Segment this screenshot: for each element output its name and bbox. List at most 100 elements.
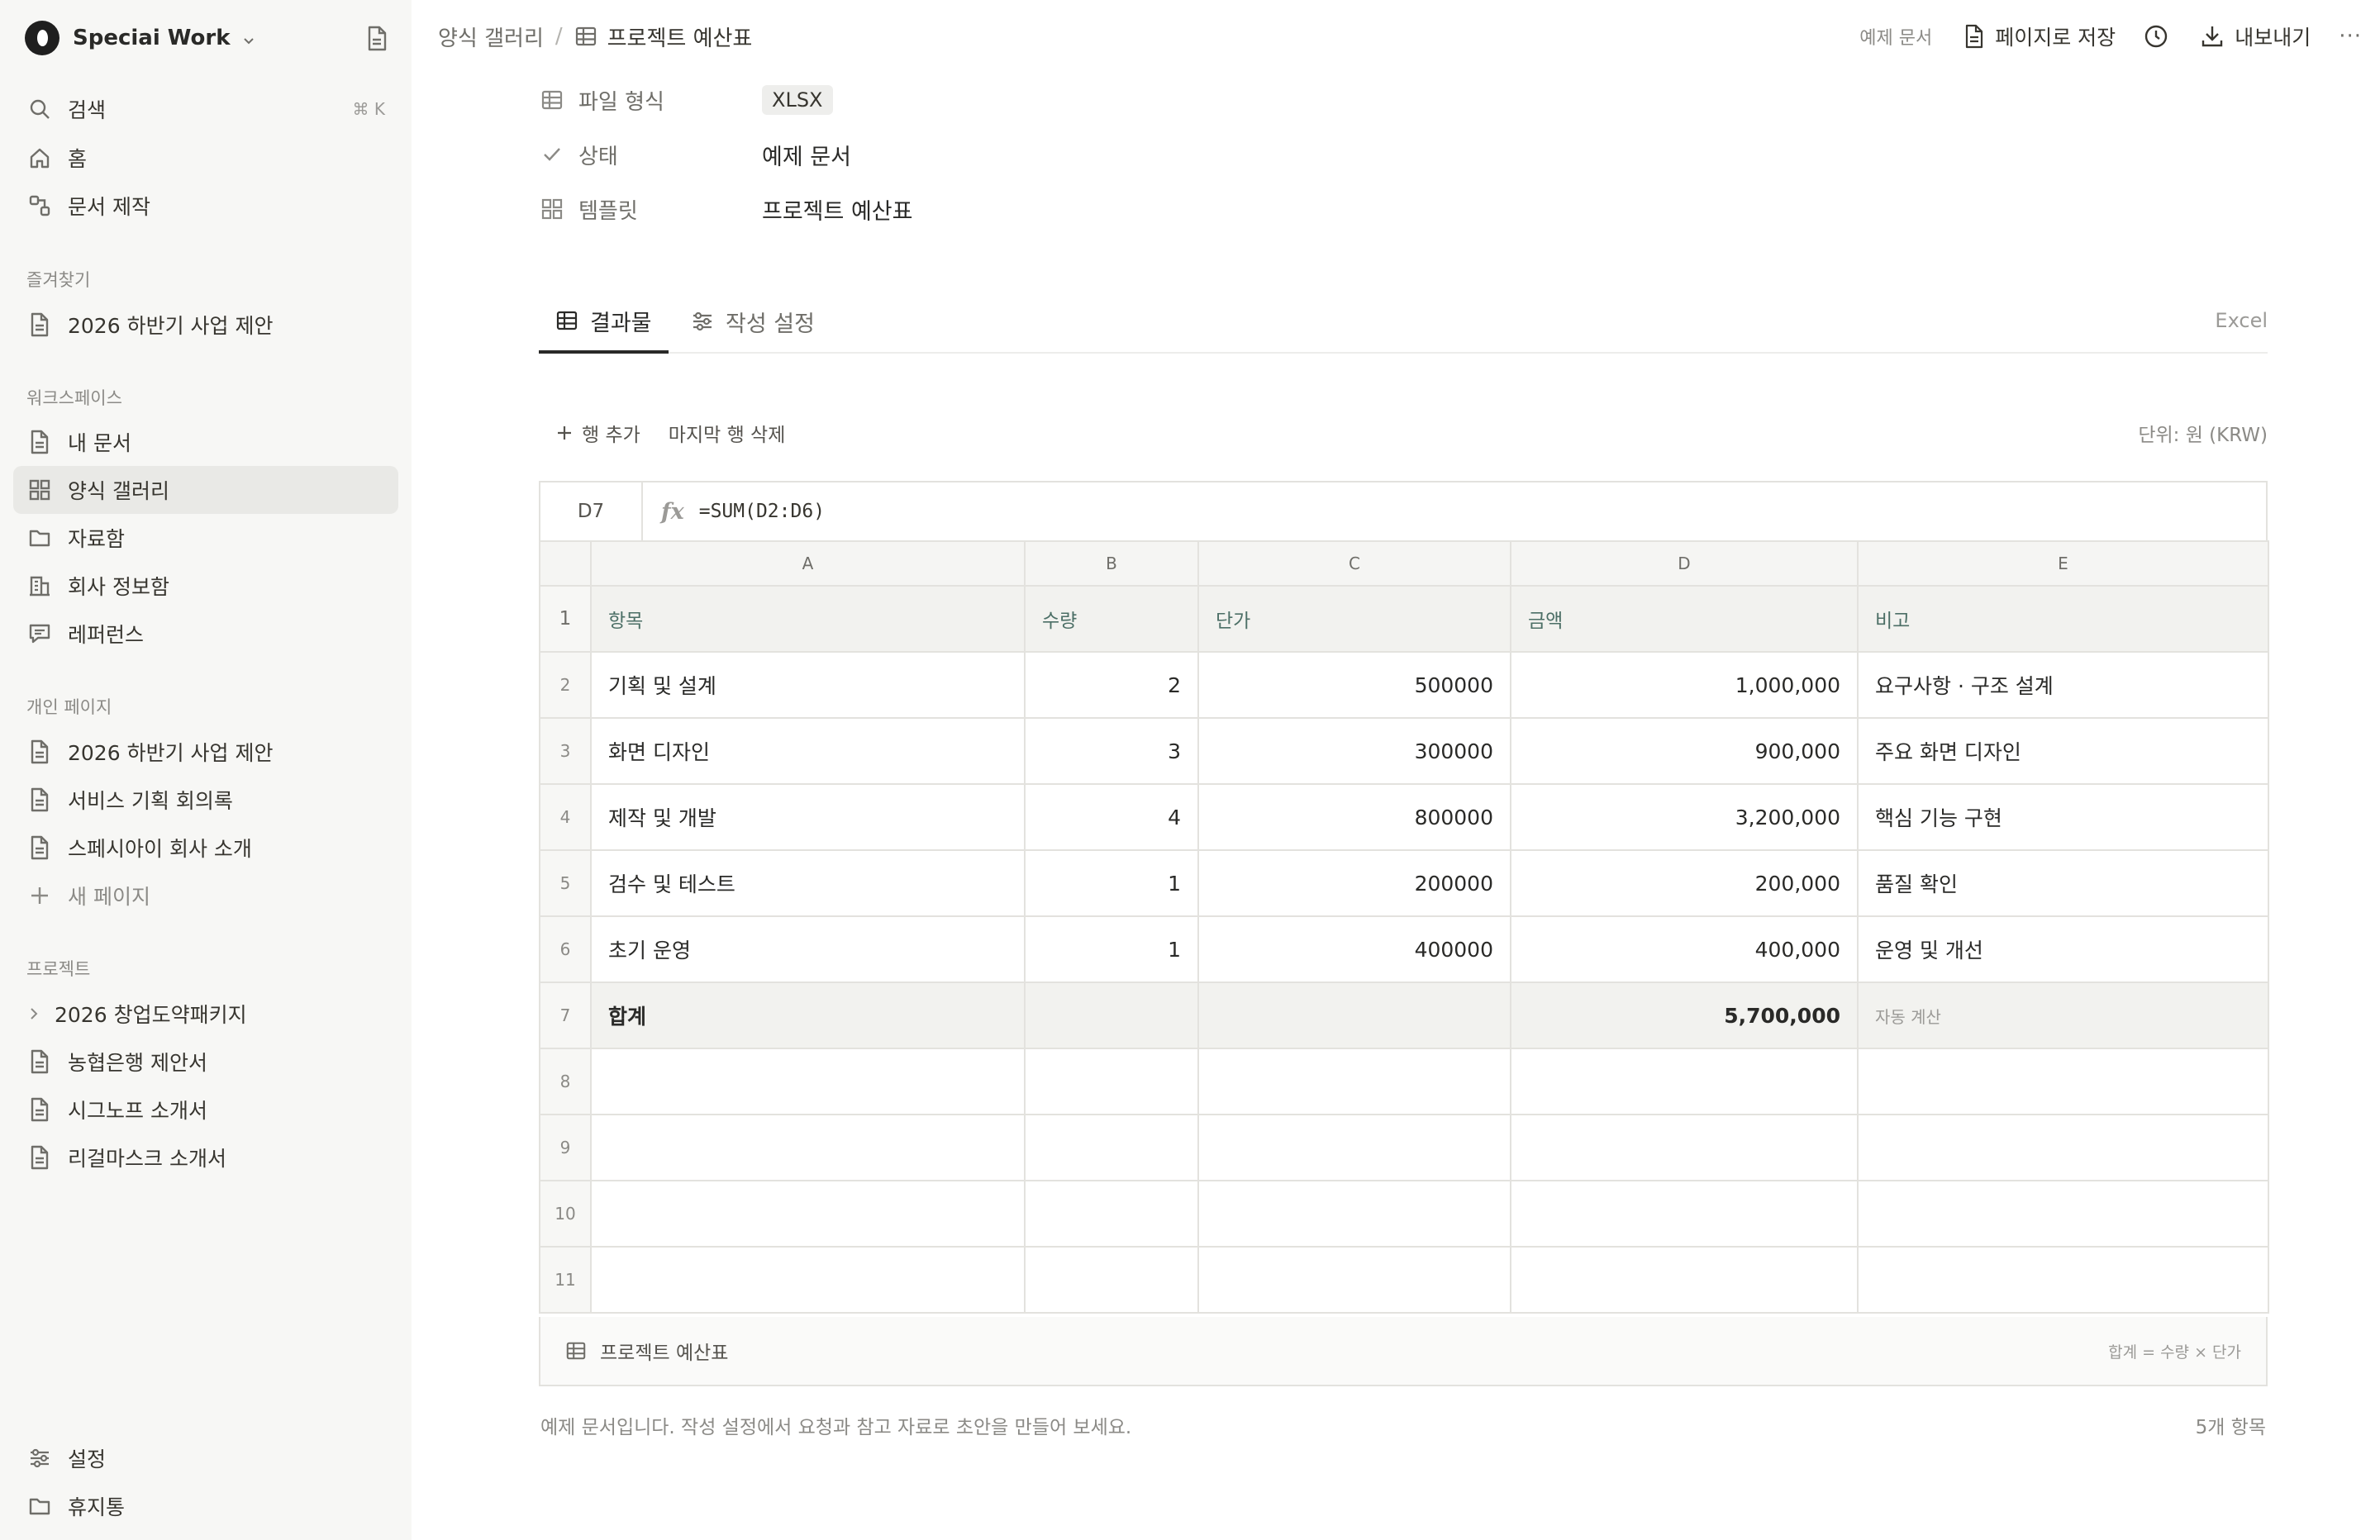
search-button[interactable]: 검색 ⌘ K [13, 85, 398, 133]
quantity-cell[interactable]: 1 [1024, 849, 1199, 917]
save-as-page-button[interactable]: 페이지로 저장 [1963, 21, 2116, 51]
note-cell[interactable]: 요구사항 · 구조 설계 [1857, 651, 2269, 719]
row-number[interactable]: 1 [539, 585, 592, 653]
empty-cell[interactable] [1024, 1114, 1199, 1181]
empty-cell[interactable] [590, 1114, 1026, 1181]
delete-last-row-button[interactable]: 마지막 행 삭제 [669, 419, 786, 447]
item-cell[interactable]: 초기 운영 [590, 915, 1026, 983]
unit-price-cell[interactable]: 200000 [1197, 849, 1511, 917]
formula-input[interactable]: =SUM(D2:D6) [699, 501, 825, 522]
empty-cell[interactable] [1857, 1048, 2269, 1115]
tab-settings[interactable]: 작성 설정 [674, 291, 831, 352]
quantity-cell[interactable]: 2 [1024, 651, 1199, 719]
empty-cell[interactable] [590, 1180, 1026, 1248]
sidebar-item-favorite-proposal[interactable]: 2026 하반기 사업 제안 [13, 301, 398, 349]
amount-cell[interactable]: 1,000,000 [1510, 651, 1859, 719]
new-page-button[interactable] [364, 25, 390, 53]
breadcrumb-parent[interactable]: 양식 갤러리 [438, 21, 544, 52]
sidebar-item-startup-package[interactable]: 2026 창업도약패키지 [13, 990, 398, 1038]
sidebar-item-create-doc[interactable]: 문서 제작 [13, 182, 398, 230]
amount-cell[interactable]: 400,000 [1510, 915, 1859, 983]
item-cell[interactable]: 검수 및 테스트 [590, 849, 1026, 917]
row-number[interactable]: 7 [539, 982, 592, 1049]
row-number[interactable]: 5 [539, 849, 592, 917]
empty-cell[interactable] [1024, 1048, 1199, 1115]
workspace-switcher[interactable]: Speciai Work [25, 20, 255, 56]
sidebar-item-signop-intro[interactable]: 시그노프 소개서 [13, 1086, 398, 1134]
empty-cell[interactable] [1510, 1180, 1859, 1248]
unit-price-cell[interactable]: 300000 [1197, 717, 1511, 785]
sidebar-item-company-intro[interactable]: 스페시아이 회사 소개 [13, 824, 398, 872]
unit-price-cell[interactable]: 800000 [1197, 783, 1511, 851]
column-header[interactable]: E [1857, 540, 2269, 587]
history-button[interactable] [2144, 24, 2168, 49]
sidebar-item-company-info[interactable]: 회사 정보함 [13, 562, 398, 610]
empty-cell[interactable] [1197, 982, 1511, 1049]
sheet-tab[interactable]: 프로젝트 예산표 [565, 1337, 728, 1365]
header-cell[interactable]: 단가 [1197, 585, 1511, 653]
empty-cell[interactable] [590, 1246, 1026, 1314]
empty-cell[interactable] [590, 1048, 1026, 1115]
header-cell[interactable]: 금액 [1510, 585, 1859, 653]
corner-cell[interactable] [539, 540, 592, 587]
amount-cell[interactable]: 3,200,000 [1510, 783, 1859, 851]
chevron-right-icon[interactable] [25, 1001, 43, 1027]
cell-reference[interactable]: D7 [540, 482, 643, 540]
empty-cell[interactable] [1857, 1114, 2269, 1181]
row-number[interactable]: 4 [539, 783, 592, 851]
column-header[interactable]: D [1510, 540, 1859, 587]
empty-cell[interactable] [1197, 1180, 1511, 1248]
row-number[interactable]: 10 [539, 1180, 592, 1248]
empty-cell[interactable] [1510, 1048, 1859, 1115]
sidebar-item-archive[interactable]: 자료함 [13, 514, 398, 562]
more-options-button[interactable]: ··· [2339, 24, 2362, 49]
auto-calc-note-cell[interactable]: 자동 계산 [1857, 982, 2269, 1049]
row-number[interactable]: 3 [539, 717, 592, 785]
column-header[interactable]: B [1024, 540, 1199, 587]
sidebar-item-template-gallery[interactable]: 양식 갤러리 [13, 466, 398, 514]
quantity-cell[interactable]: 1 [1024, 915, 1199, 983]
note-cell[interactable]: 주요 화면 디자인 [1857, 717, 2269, 785]
quantity-cell[interactable]: 4 [1024, 783, 1199, 851]
row-number[interactable]: 9 [539, 1114, 592, 1181]
row-number[interactable]: 8 [539, 1048, 592, 1115]
sidebar-item-my-docs[interactable]: 내 문서 [13, 418, 398, 466]
sidebar-item-personal-proposal[interactable]: 2026 하반기 사업 제안 [13, 728, 398, 776]
total-amount-cell[interactable]: 5,700,000 [1510, 982, 1859, 1049]
header-cell[interactable]: 비고 [1857, 585, 2269, 653]
empty-cell[interactable] [1024, 982, 1199, 1049]
empty-cell[interactable] [1024, 1180, 1199, 1248]
quantity-cell[interactable]: 3 [1024, 717, 1199, 785]
empty-cell[interactable] [1857, 1180, 2269, 1248]
note-cell[interactable]: 운영 및 개선 [1857, 915, 2269, 983]
empty-cell[interactable] [1197, 1048, 1511, 1115]
sidebar-item-trash[interactable]: 휴지통 [13, 1482, 398, 1530]
header-cell[interactable]: 수량 [1024, 585, 1199, 653]
unit-price-cell[interactable]: 400000 [1197, 915, 1511, 983]
sidebar-item-meeting-notes[interactable]: 서비스 기획 회의록 [13, 776, 398, 824]
sidebar-item-settings[interactable]: 설정 [13, 1434, 398, 1482]
note-cell[interactable]: 품질 확인 [1857, 849, 2269, 917]
row-number[interactable]: 11 [539, 1246, 592, 1314]
export-button[interactable]: 내보내기 [2200, 21, 2311, 51]
column-header[interactable]: A [590, 540, 1026, 587]
sidebar-item-home[interactable]: 홈 [13, 134, 398, 182]
sidebar-item-legalmask-intro[interactable]: 리걸마스크 소개서 [13, 1134, 398, 1181]
sidebar-item-nh-proposal[interactable]: 농협은행 제안서 [13, 1038, 398, 1086]
row-number[interactable]: 6 [539, 915, 592, 983]
total-label-cell[interactable]: 합계 [590, 982, 1026, 1049]
breadcrumb-current[interactable]: 프로젝트 예산표 [574, 21, 752, 52]
new-page-item[interactable]: 새 페이지 [13, 872, 398, 920]
header-cell[interactable]: 항목 [590, 585, 1026, 653]
empty-cell[interactable] [1857, 1246, 2269, 1314]
add-row-button[interactable]: 행 추가 [555, 419, 640, 447]
empty-cell[interactable] [1197, 1114, 1511, 1181]
row-number[interactable]: 2 [539, 651, 592, 719]
amount-cell[interactable]: 900,000 [1510, 717, 1859, 785]
amount-cell[interactable]: 200,000 [1510, 849, 1859, 917]
item-cell[interactable]: 제작 및 개발 [590, 783, 1026, 851]
tab-result[interactable]: 결과물 [539, 291, 669, 354]
empty-cell[interactable] [1510, 1246, 1859, 1314]
column-header[interactable]: C [1197, 540, 1511, 587]
empty-cell[interactable] [1024, 1246, 1199, 1314]
